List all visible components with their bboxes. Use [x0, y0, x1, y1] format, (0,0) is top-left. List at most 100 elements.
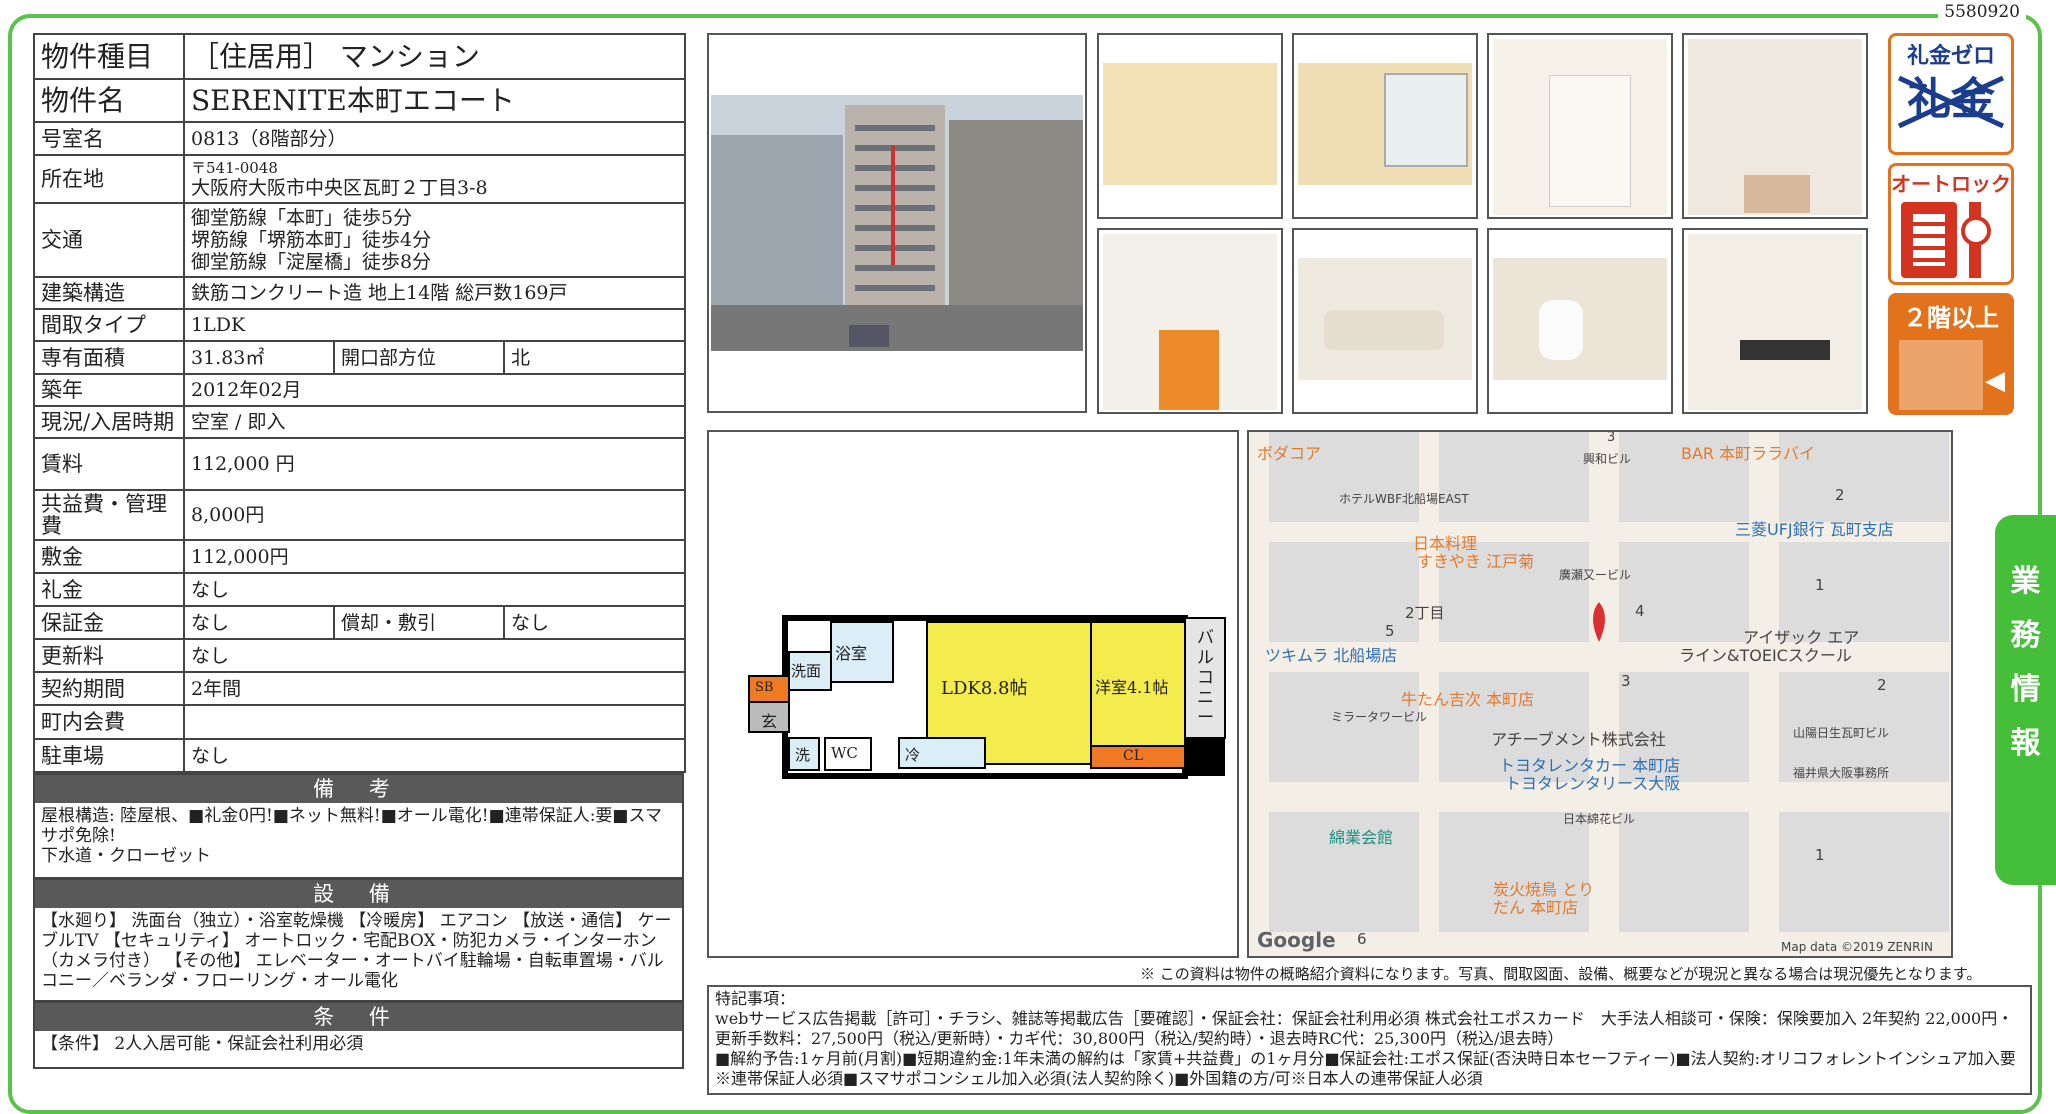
map-label: 三菱UFJ銀行 瓦町支店: [1735, 520, 1894, 539]
business-info-tab[interactable]: 業 務 情 報: [1995, 515, 2056, 885]
amortization-label: 償却・敷引: [333, 605, 505, 640]
structure-value: 鉄筋コンクリート造 地上14階 総戸数169戸: [183, 276, 686, 310]
map-label: 2丁目: [1405, 604, 1445, 622]
direction-label: 開口部方位: [333, 340, 505, 375]
status-value: 空室 / 即入: [183, 405, 686, 439]
plan-laundry-label: 洗: [795, 746, 811, 764]
key-money-value: なし: [183, 572, 686, 607]
postal-code: 〒541-0048: [191, 158, 278, 177]
renewal-label: 更新料: [33, 638, 185, 673]
town-fee-label: 町内会費: [33, 704, 185, 740]
renewal-value: なし: [183, 638, 686, 673]
map-block-number: 3: [1621, 672, 1631, 690]
plan-ldk-label: LDK8.8帖: [941, 678, 1028, 699]
side-tab-char: 業: [2010, 564, 2041, 599]
interior-photo-bathroom: [1292, 228, 1478, 414]
plan-entrance-label: 玄: [761, 712, 778, 731]
conditions-section: 条 件 【条件】 2人入居可能・保証会社利用必須: [33, 1001, 684, 1069]
map-label: ライン&TOEICスクール: [1679, 646, 1852, 665]
room-label: 号室名: [33, 121, 185, 156]
structure-label: 建築構造: [33, 276, 185, 310]
deposit-value: 112,000円: [183, 539, 686, 574]
parking-label: 駐車場: [33, 738, 185, 773]
special-notes-line: ■解約予告:1ヶ月前(月割)■短期違約金:1年未満の解約は「家賃+共益費」の1ヶ…: [715, 1049, 2016, 1088]
contract-value: 2年間: [183, 671, 686, 706]
name-label: 物件名: [33, 78, 185, 123]
map-label: 福井県大阪事務所: [1793, 766, 1890, 780]
map-label: だん 本町店: [1493, 898, 1579, 917]
interior-photo-window: [1292, 33, 1478, 219]
map-label: 山陽日生瓦町ビル: [1793, 726, 1890, 740]
equipment-section: 設 備 【水廻り】 洗面台（独立）・浴室乾燥機 【冷暖房】 エアコン 【放送・通…: [33, 878, 684, 1002]
status-label: 現況/入居時期: [33, 405, 185, 439]
special-notes-line: webサービス広告掲載［許可］・チラシ、雑誌等掲載広告［要確認］・保証会社：保証…: [715, 1009, 2014, 1048]
interior-photo-closet: [1487, 33, 1673, 219]
map-block-number: 1: [1815, 846, 1825, 864]
remarks-section: 備 考 屋根構造: 陸屋根、■礼金0円!■ネット無料!■オール電化!■連帯保証人…: [33, 773, 684, 879]
property-table: 物件種目 ［住居用］ マンション 物件名 SERENITE本町エコート 号室名 …: [33, 33, 686, 773]
document-id: 5580920: [1938, 2, 2026, 22]
interior-photo-kitchen: [1097, 228, 1283, 414]
map-label: 牛たん吉次 本町店: [1401, 690, 1535, 709]
cross-icon: [1897, 75, 2005, 129]
amortization-value: なし: [503, 605, 686, 640]
remarks-text: 下水道・クローゼット: [41, 846, 211, 866]
traffic-line: 御堂筋線「本町」徒歩5分: [191, 207, 413, 229]
map-block-number: 6: [1357, 930, 1367, 948]
map-label: 廣瀬又ービル: [1559, 568, 1632, 582]
guarantee-value: なし: [183, 605, 335, 640]
building-icon: [1899, 340, 1983, 410]
common-fee-value: 8,000円: [183, 489, 686, 541]
map-label: すきやき 江戸菊: [1417, 552, 1535, 571]
map-block-number: 4: [1635, 602, 1645, 620]
address-label: 所在地: [33, 154, 185, 204]
built-label: 築年: [33, 373, 185, 407]
floor-plan: LDK8.8帖 洋室4.1帖 浴室 洗面 SB 玄 洗 WC 冷 CL バルコニ…: [707, 430, 1239, 958]
map-label: BAR 本町ララバイ: [1681, 444, 1815, 463]
plan-wash-label: 洗面: [791, 662, 822, 680]
plan-wc-label: WC: [831, 744, 858, 762]
map-label: 興和ビル: [1583, 452, 1632, 466]
interior-photo-toilet: [1487, 228, 1673, 414]
type-value: ［住居用］ マンション: [183, 33, 686, 80]
built-value: 2012年02月: [183, 373, 686, 407]
side-tab-char: 情: [2010, 672, 2041, 707]
map-label: ツキムラ 北船場店: [1265, 646, 1398, 665]
keypad-icon: [1901, 202, 1957, 278]
no-key-money-badge: 礼金ゼロ 礼金: [1888, 33, 2014, 155]
traffic-line: 堺筋線「堺筋本町」徒歩4分: [191, 229, 432, 251]
plan-bath-label: 浴室: [835, 644, 868, 663]
badge-text: ２階以上: [1903, 304, 1999, 332]
side-tab-char: 報: [2010, 726, 2041, 761]
autolock-badge: オートロック: [1888, 163, 2014, 285]
interior-photo-washroom: [1682, 228, 1868, 414]
rent-value: 112,000 円: [183, 437, 686, 491]
name-value: SERENITE本町エコート: [183, 78, 686, 123]
map-block-number: 2: [1835, 486, 1845, 504]
deposit-label: 敷金: [33, 539, 185, 574]
equipment-text: 【水廻り】 洗面台（独立）・浴室乾燥機 【冷暖房】 エアコン 【放送・通信】 ケ…: [41, 911, 672, 991]
plan-balcony-label: バルコニー: [1197, 628, 1214, 728]
plan-sb-label: SB: [755, 680, 774, 695]
key-money-label: 礼金: [33, 572, 185, 607]
map-credit: Map data ©2019 ZENRIN: [1781, 940, 1933, 954]
layout-value: 1LDK: [183, 308, 686, 342]
location-map[interactable]: ボダコア ホテルWBF北船場EAST 興和ビル BAR 本町ララバイ 三菱UFJ…: [1247, 430, 1953, 958]
equipment-title: 設 備: [35, 880, 682, 908]
plan-fridge-label: 冷: [905, 746, 921, 764]
area-value: 31.83㎡: [183, 340, 335, 375]
conditions-text: 【条件】 2人入居可能・保証会社利用必須: [41, 1034, 364, 1054]
remarks-text: 屋根構造: 陸屋根、■礼金0円!■ネット無料!■オール電化!■連帯保証人:要■ス…: [41, 806, 662, 846]
map-block-number: 5: [1385, 622, 1395, 640]
town-fee-value: [183, 704, 686, 740]
side-tab-char: 務: [2010, 618, 2041, 653]
plan-closet-label: CL: [1123, 748, 1144, 764]
map-block-number: 1: [1815, 576, 1825, 594]
address-value: 大阪府大阪市中央区瓦町２丁目3-8: [191, 176, 488, 199]
traffic-label: 交通: [33, 202, 185, 278]
building-photo: [707, 33, 1087, 413]
layout-label: 間取タイプ: [33, 308, 185, 342]
map-label: トヨタレンタリース大阪: [1505, 774, 1681, 793]
conditions-title: 条 件: [35, 1003, 682, 1031]
map-label: ホテルWBF北船場EAST: [1339, 492, 1469, 506]
